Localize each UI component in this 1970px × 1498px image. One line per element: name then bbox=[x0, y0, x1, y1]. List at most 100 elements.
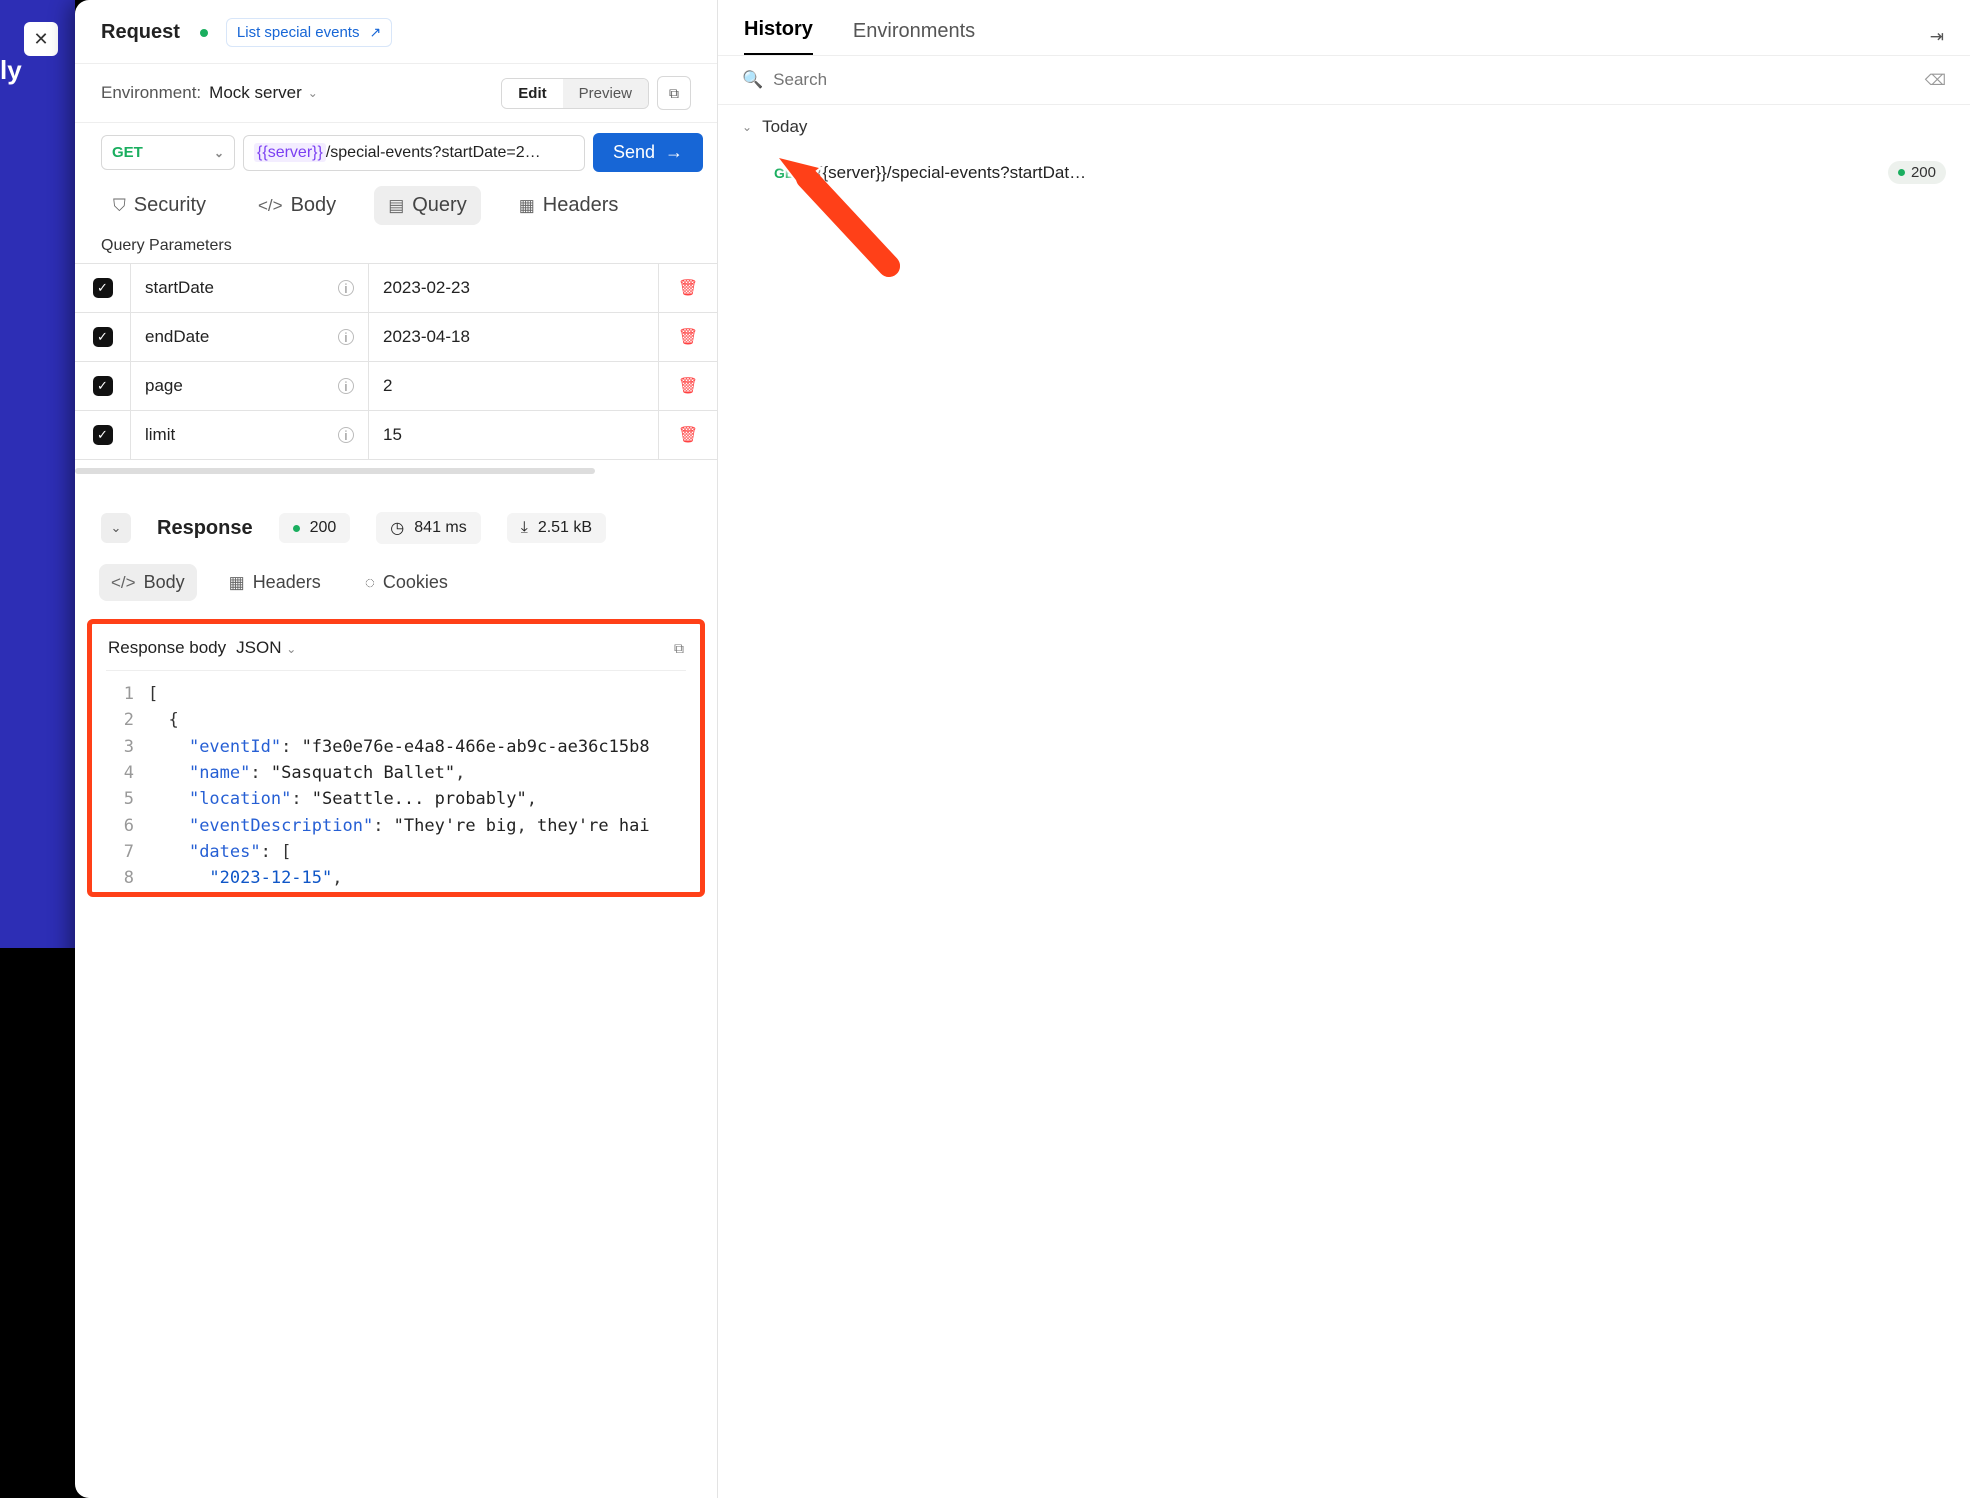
operation-link-label: List special events bbox=[237, 24, 360, 41]
status-dot-icon bbox=[1898, 169, 1905, 176]
table-row: ✓ startDate i 2023-02-23 🗑 bbox=[75, 264, 717, 313]
close-icon: ✕ bbox=[33, 29, 48, 50]
shield-icon: ⛉ bbox=[113, 196, 126, 216]
tab-response-body[interactable]: </> Body bbox=[99, 564, 197, 601]
send-label: Send bbox=[613, 142, 655, 163]
request-pane: Request List special events ↗ Environmen… bbox=[75, 0, 718, 1498]
param-checkbox[interactable]: ✓ bbox=[93, 278, 113, 298]
trash-icon: 🗑 bbox=[678, 376, 698, 396]
tab-history[interactable]: History bbox=[744, 18, 813, 56]
tab-response-cookies[interactable]: ◌ Cookies bbox=[353, 564, 460, 601]
response-format-value: JSON bbox=[236, 638, 281, 657]
code-icon: </> bbox=[258, 196, 283, 216]
tab-query[interactable]: ▤ Query bbox=[374, 186, 481, 225]
size-value: 2.51 kB bbox=[538, 519, 592, 537]
response-format-select[interactable]: JSON ⌄ bbox=[236, 638, 296, 658]
arrow-right-icon: → bbox=[665, 142, 683, 163]
response-header: ⌄ Response 200 ◷ 841 ms ⤓ 2.51 kB bbox=[75, 474, 717, 552]
chevron-down-icon: ⌄ bbox=[308, 86, 318, 100]
param-checkbox[interactable]: ✓ bbox=[93, 327, 113, 347]
param-name[interactable]: page bbox=[145, 376, 183, 396]
param-name[interactable]: limit bbox=[145, 425, 175, 445]
info-icon[interactable]: i bbox=[338, 329, 354, 345]
delete-param-button[interactable]: 🗑 bbox=[659, 264, 717, 312]
table-row: ✓ limit i 15 🗑 bbox=[75, 411, 717, 460]
response-time: ◷ 841 ms bbox=[376, 512, 480, 544]
tab-environments[interactable]: Environments bbox=[853, 20, 975, 55]
panel-collapse-icon: ⇥ bbox=[1930, 27, 1944, 46]
response-size: ⤓ 2.51 kB bbox=[507, 513, 606, 543]
tab-headers-label: Headers bbox=[543, 194, 619, 217]
environment-row: Environment: Mock server ⌄ Edit Preview … bbox=[75, 64, 717, 123]
param-checkbox[interactable]: ✓ bbox=[93, 376, 113, 396]
close-button[interactable]: ✕ bbox=[24, 22, 58, 56]
tab-response-body-label: Body bbox=[144, 572, 185, 593]
tab-response-cookies-label: Cookies bbox=[383, 572, 448, 593]
environment-select[interactable]: Mock server ⌄ bbox=[209, 83, 318, 103]
tab-security[interactable]: ⛉ Security bbox=[99, 186, 220, 225]
history-item[interactable]: GET {{server}}/special-events?startDat… … bbox=[718, 149, 1970, 196]
tab-security-label: Security bbox=[134, 194, 206, 217]
url-input[interactable]: {{server}}/special-events?startDate=2… bbox=[243, 135, 585, 171]
history-status-code: 200 bbox=[1911, 164, 1936, 181]
table-row: ✓ endDate i 2023-04-18 🗑 bbox=[75, 313, 717, 362]
history-status-badge: 200 bbox=[1888, 161, 1946, 184]
clock-icon: ◷ bbox=[390, 518, 404, 538]
collapse-panel-button[interactable]: ⇥ bbox=[1930, 27, 1944, 47]
info-icon[interactable]: i bbox=[338, 280, 354, 296]
param-value[interactable]: 2023-02-23 bbox=[383, 278, 470, 298]
delete-param-button[interactable]: 🗑 bbox=[659, 411, 717, 459]
edit-toggle[interactable]: Edit bbox=[502, 79, 562, 108]
tab-body[interactable]: </> Body bbox=[244, 186, 350, 225]
param-value[interactable]: 2 bbox=[383, 376, 392, 396]
history-url: {{server}}/special-events?startDat… bbox=[817, 163, 1874, 183]
response-title: Response bbox=[157, 517, 253, 540]
environment-label: Environment: bbox=[101, 83, 201, 103]
send-button[interactable]: Send → bbox=[593, 133, 703, 172]
delete-param-button[interactable]: 🗑 bbox=[659, 313, 717, 361]
delete-param-button[interactable]: 🗑 bbox=[659, 362, 717, 410]
download-icon: ⤓ bbox=[521, 519, 528, 537]
param-name[interactable]: endDate bbox=[145, 327, 209, 347]
clear-history-button[interactable]: ⌫ bbox=[1925, 71, 1946, 89]
param-value[interactable]: 2023-04-18 bbox=[383, 327, 470, 347]
tab-response-headers-label: Headers bbox=[253, 572, 321, 593]
response-body-highlight: Response body JSON ⌄ ⧉ 1[ 2 { 3 "eventId… bbox=[87, 619, 705, 897]
chevron-down-icon: ⌄ bbox=[286, 642, 296, 656]
copy-response-button[interactable]: ⧉ bbox=[674, 640, 684, 657]
param-value[interactable]: 15 bbox=[383, 425, 402, 445]
history-group-label: Today bbox=[762, 117, 807, 137]
status-dot-icon bbox=[293, 525, 300, 532]
backdrop-sidebar: ly bbox=[0, 0, 75, 948]
chevron-down-icon: ⌄ bbox=[111, 520, 122, 536]
param-checkbox[interactable]: ✓ bbox=[93, 425, 113, 445]
response-code-block[interactable]: 1[ 2 { 3 "eventId": "f3e0e76e-e4a8-466e-… bbox=[106, 681, 686, 892]
tab-body-label: Body bbox=[291, 194, 337, 217]
request-tabs: ⛉ Security </> Body ▤ Query ▦ Headers bbox=[75, 182, 717, 237]
tab-headers[interactable]: ▦ Headers bbox=[505, 186, 633, 225]
info-icon[interactable]: i bbox=[338, 378, 354, 394]
collapse-response-button[interactable]: ⌄ bbox=[101, 513, 131, 543]
status-code: 200 bbox=[310, 519, 337, 537]
copy-button[interactable]: ⧉ bbox=[657, 76, 691, 110]
history-group-today[interactable]: ⌄ Today bbox=[718, 105, 1970, 149]
param-name[interactable]: startDate bbox=[145, 278, 214, 298]
history-search-input[interactable] bbox=[773, 70, 1915, 90]
tab-response-headers[interactable]: ▦ Headers bbox=[217, 564, 333, 601]
tab-query-label: Query bbox=[412, 194, 466, 217]
request-title: Request bbox=[101, 21, 180, 44]
history-search-row: 🔍 ⌫ bbox=[718, 56, 1970, 105]
operation-link[interactable]: List special events ↗ bbox=[226, 18, 392, 47]
table-icon: ▦ bbox=[229, 573, 245, 593]
side-panel: History Environments ⇥ 🔍 ⌫ ⌄ Today GET {… bbox=[718, 0, 1970, 1498]
cookie-icon: ◌ bbox=[365, 573, 375, 593]
response-body-label: Response body bbox=[108, 638, 226, 658]
info-icon[interactable]: i bbox=[338, 427, 354, 443]
preview-toggle[interactable]: Preview bbox=[563, 79, 648, 108]
method-select[interactable]: GET ⌄ bbox=[101, 135, 235, 170]
environment-value: Mock server bbox=[209, 83, 302, 103]
response-body-header: Response body JSON ⌄ ⧉ bbox=[106, 634, 686, 671]
query-params-label: Query Parameters bbox=[75, 237, 717, 263]
response-tabs: </> Body ▦ Headers ◌ Cookies bbox=[75, 552, 717, 613]
time-value: 841 ms bbox=[414, 519, 466, 537]
